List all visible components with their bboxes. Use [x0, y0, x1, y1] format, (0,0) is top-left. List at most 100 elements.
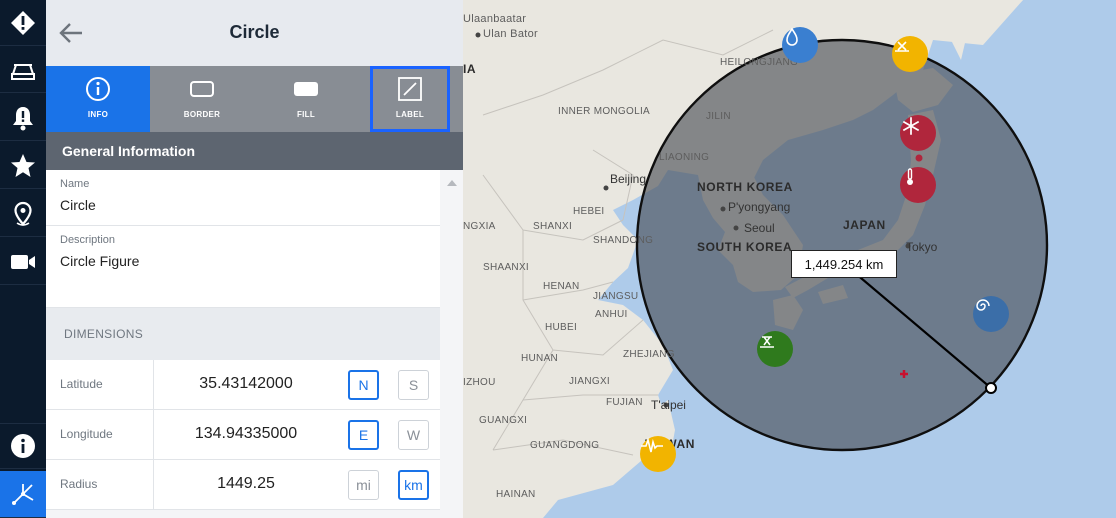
layers-button[interactable] — [0, 47, 46, 93]
map-label-ulan-bator: Ulan Bator — [483, 28, 538, 40]
map-label-jiangxi: JIANGXI — [569, 376, 610, 387]
measure-tool-button[interactable] — [0, 471, 46, 518]
winter-weather-marker[interactable] — [900, 115, 936, 151]
east-button[interactable]: E — [348, 420, 379, 450]
name-value: Circle — [60, 197, 96, 213]
alerts-button[interactable] — [0, 0, 46, 46]
radius-label: Radius — [60, 477, 98, 491]
measure-tool-icon — [12, 484, 34, 505]
dimensions-title: DIMENSIONS — [64, 327, 144, 341]
tab-info[interactable]: INFO — [46, 66, 150, 132]
volcano-marker[interactable] — [892, 36, 928, 72]
map-label-jilin: JILIN — [706, 111, 731, 122]
map-label-pyongyang: P'yongyang — [728, 200, 791, 214]
map-label-guangdong: GUANGDONG — [530, 440, 600, 451]
map-label-hubei: HUBEI — [545, 322, 578, 333]
description-label: Description — [60, 234, 116, 246]
map-label-guizhou: IZHOU — [463, 377, 496, 388]
fill-icon — [294, 82, 318, 96]
map-label-hunan: HUNAN — [521, 353, 559, 364]
tab-fill-label: FILL — [296, 110, 316, 119]
map-view[interactable]: Ulaanbaatar Ulan Bator IA HEILONGJIANG I… — [463, 0, 1116, 518]
alert-bell-icon — [13, 106, 33, 130]
kilometers-button[interactable]: km — [398, 470, 429, 500]
map-label-fujian: FUJIAN — [606, 397, 643, 408]
thermometer-icon — [907, 168, 913, 185]
tab-fill[interactable]: FILL — [254, 66, 358, 132]
cyclone-icon — [976, 299, 990, 311]
latitude-input[interactable]: 35.43142000 — [154, 375, 338, 393]
info-icon — [11, 434, 35, 458]
landslide-icon — [760, 336, 774, 348]
map-label-taipei: T'aipei — [651, 398, 686, 412]
map-label-south-korea: SOUTH KOREA — [697, 240, 793, 254]
map-label-ulaanbaatar: Ulaanbaatar — [463, 13, 527, 25]
map-label-jiangsu: JIANGSU — [593, 291, 639, 302]
label-edit-icon — [398, 77, 422, 101]
map-label-hebei: HEBEI — [573, 206, 605, 217]
latitude-row: Latitude 35.43142000 N S — [46, 360, 440, 410]
notifications-button[interactable] — [0, 95, 46, 141]
scrollbar[interactable] — [440, 170, 463, 518]
scroll-up-arrow-icon[interactable] — [447, 180, 457, 186]
radius-input[interactable]: 1449.25 — [154, 475, 338, 493]
map-label-tokyo: Tokyo — [906, 240, 938, 254]
map-label-seoul: Seoul — [744, 221, 775, 235]
fire-hydrant-marker[interactable] — [782, 27, 818, 63]
description-field[interactable]: Description Circle Figure — [46, 226, 440, 308]
miles-button[interactable]: mi — [348, 470, 379, 500]
left-rail — [0, 0, 46, 518]
earthquake-icon — [641, 437, 663, 453]
video-camera-icon — [11, 254, 35, 269]
map-label-north-korea: NORTH KOREA — [697, 180, 793, 194]
radius-distance-label: 1,449.254 km — [791, 250, 897, 278]
tab-label-label: LABEL — [395, 110, 425, 119]
tab-info-label: INFO — [87, 110, 109, 119]
map-label-hainan: HAINAN — [496, 489, 536, 500]
extreme-temperature-marker[interactable] — [900, 167, 936, 203]
name-field[interactable]: Name Circle — [46, 170, 440, 226]
map-label-heilongjiang: HEILONGJIANG — [720, 57, 799, 68]
volcano-icon — [895, 41, 909, 52]
radius-row: Radius 1449.25 mi km — [46, 460, 440, 510]
tab-label[interactable]: LABEL — [370, 66, 450, 132]
location-pin-icon — [14, 201, 32, 226]
north-button[interactable]: N — [348, 370, 379, 400]
longitude-row: Longitude 134.94335000 E W — [46, 410, 440, 460]
tab-border[interactable]: BORDER — [150, 66, 254, 132]
map-label-beijing: Beijing — [610, 172, 647, 186]
map-label-ningxia: NGXIA — [463, 221, 496, 232]
description-value: Circle Figure — [60, 253, 140, 269]
circle-properties-panel: Circle INFO BORDER FILL LABEL General In… — [46, 0, 463, 518]
south-button[interactable]: S — [398, 370, 429, 400]
longitude-input[interactable]: 134.94335000 — [154, 425, 338, 443]
map-label-inner-mongolia: INNER MONGOLIA — [558, 106, 650, 117]
landslide-marker[interactable] — [757, 331, 793, 367]
map-label-shanxi: SHANXI — [533, 221, 573, 232]
map-label-shandong: SHANDONG — [593, 235, 654, 246]
cyclone-marker[interactable] — [973, 296, 1009, 332]
layers-icon — [11, 63, 35, 80]
fire-hydrant-icon — [786, 27, 798, 46]
dimensions-header: DIMENSIONS — [46, 308, 440, 360]
star-icon — [11, 153, 35, 177]
border-icon — [190, 81, 214, 97]
places-button[interactable] — [0, 191, 46, 237]
longitude-label: Longitude — [60, 427, 113, 441]
section-title: General Information — [62, 143, 196, 159]
map-label-ia: IA — [463, 62, 477, 76]
panel-tabs: INFO BORDER FILL LABEL — [46, 66, 463, 132]
info-button[interactable] — [0, 423, 46, 469]
west-button[interactable]: W — [398, 420, 429, 450]
map-label-liaoning: LIAONING — [659, 152, 710, 163]
earthquake-marker[interactable] — [640, 436, 676, 472]
properties-form: Name Circle Description Circle Figure DI… — [46, 170, 463, 518]
favorites-button[interactable] — [0, 143, 46, 189]
map-label-shaanxi: SHAANXI — [483, 262, 530, 273]
cameras-button[interactable] — [0, 239, 46, 285]
tab-border-label: BORDER — [183, 110, 221, 119]
section-header: General Information — [46, 132, 463, 170]
map-label-guangxi: GUANGXI — [479, 415, 528, 426]
panel-header: Circle — [46, 0, 463, 66]
info-circle-icon — [86, 77, 110, 101]
